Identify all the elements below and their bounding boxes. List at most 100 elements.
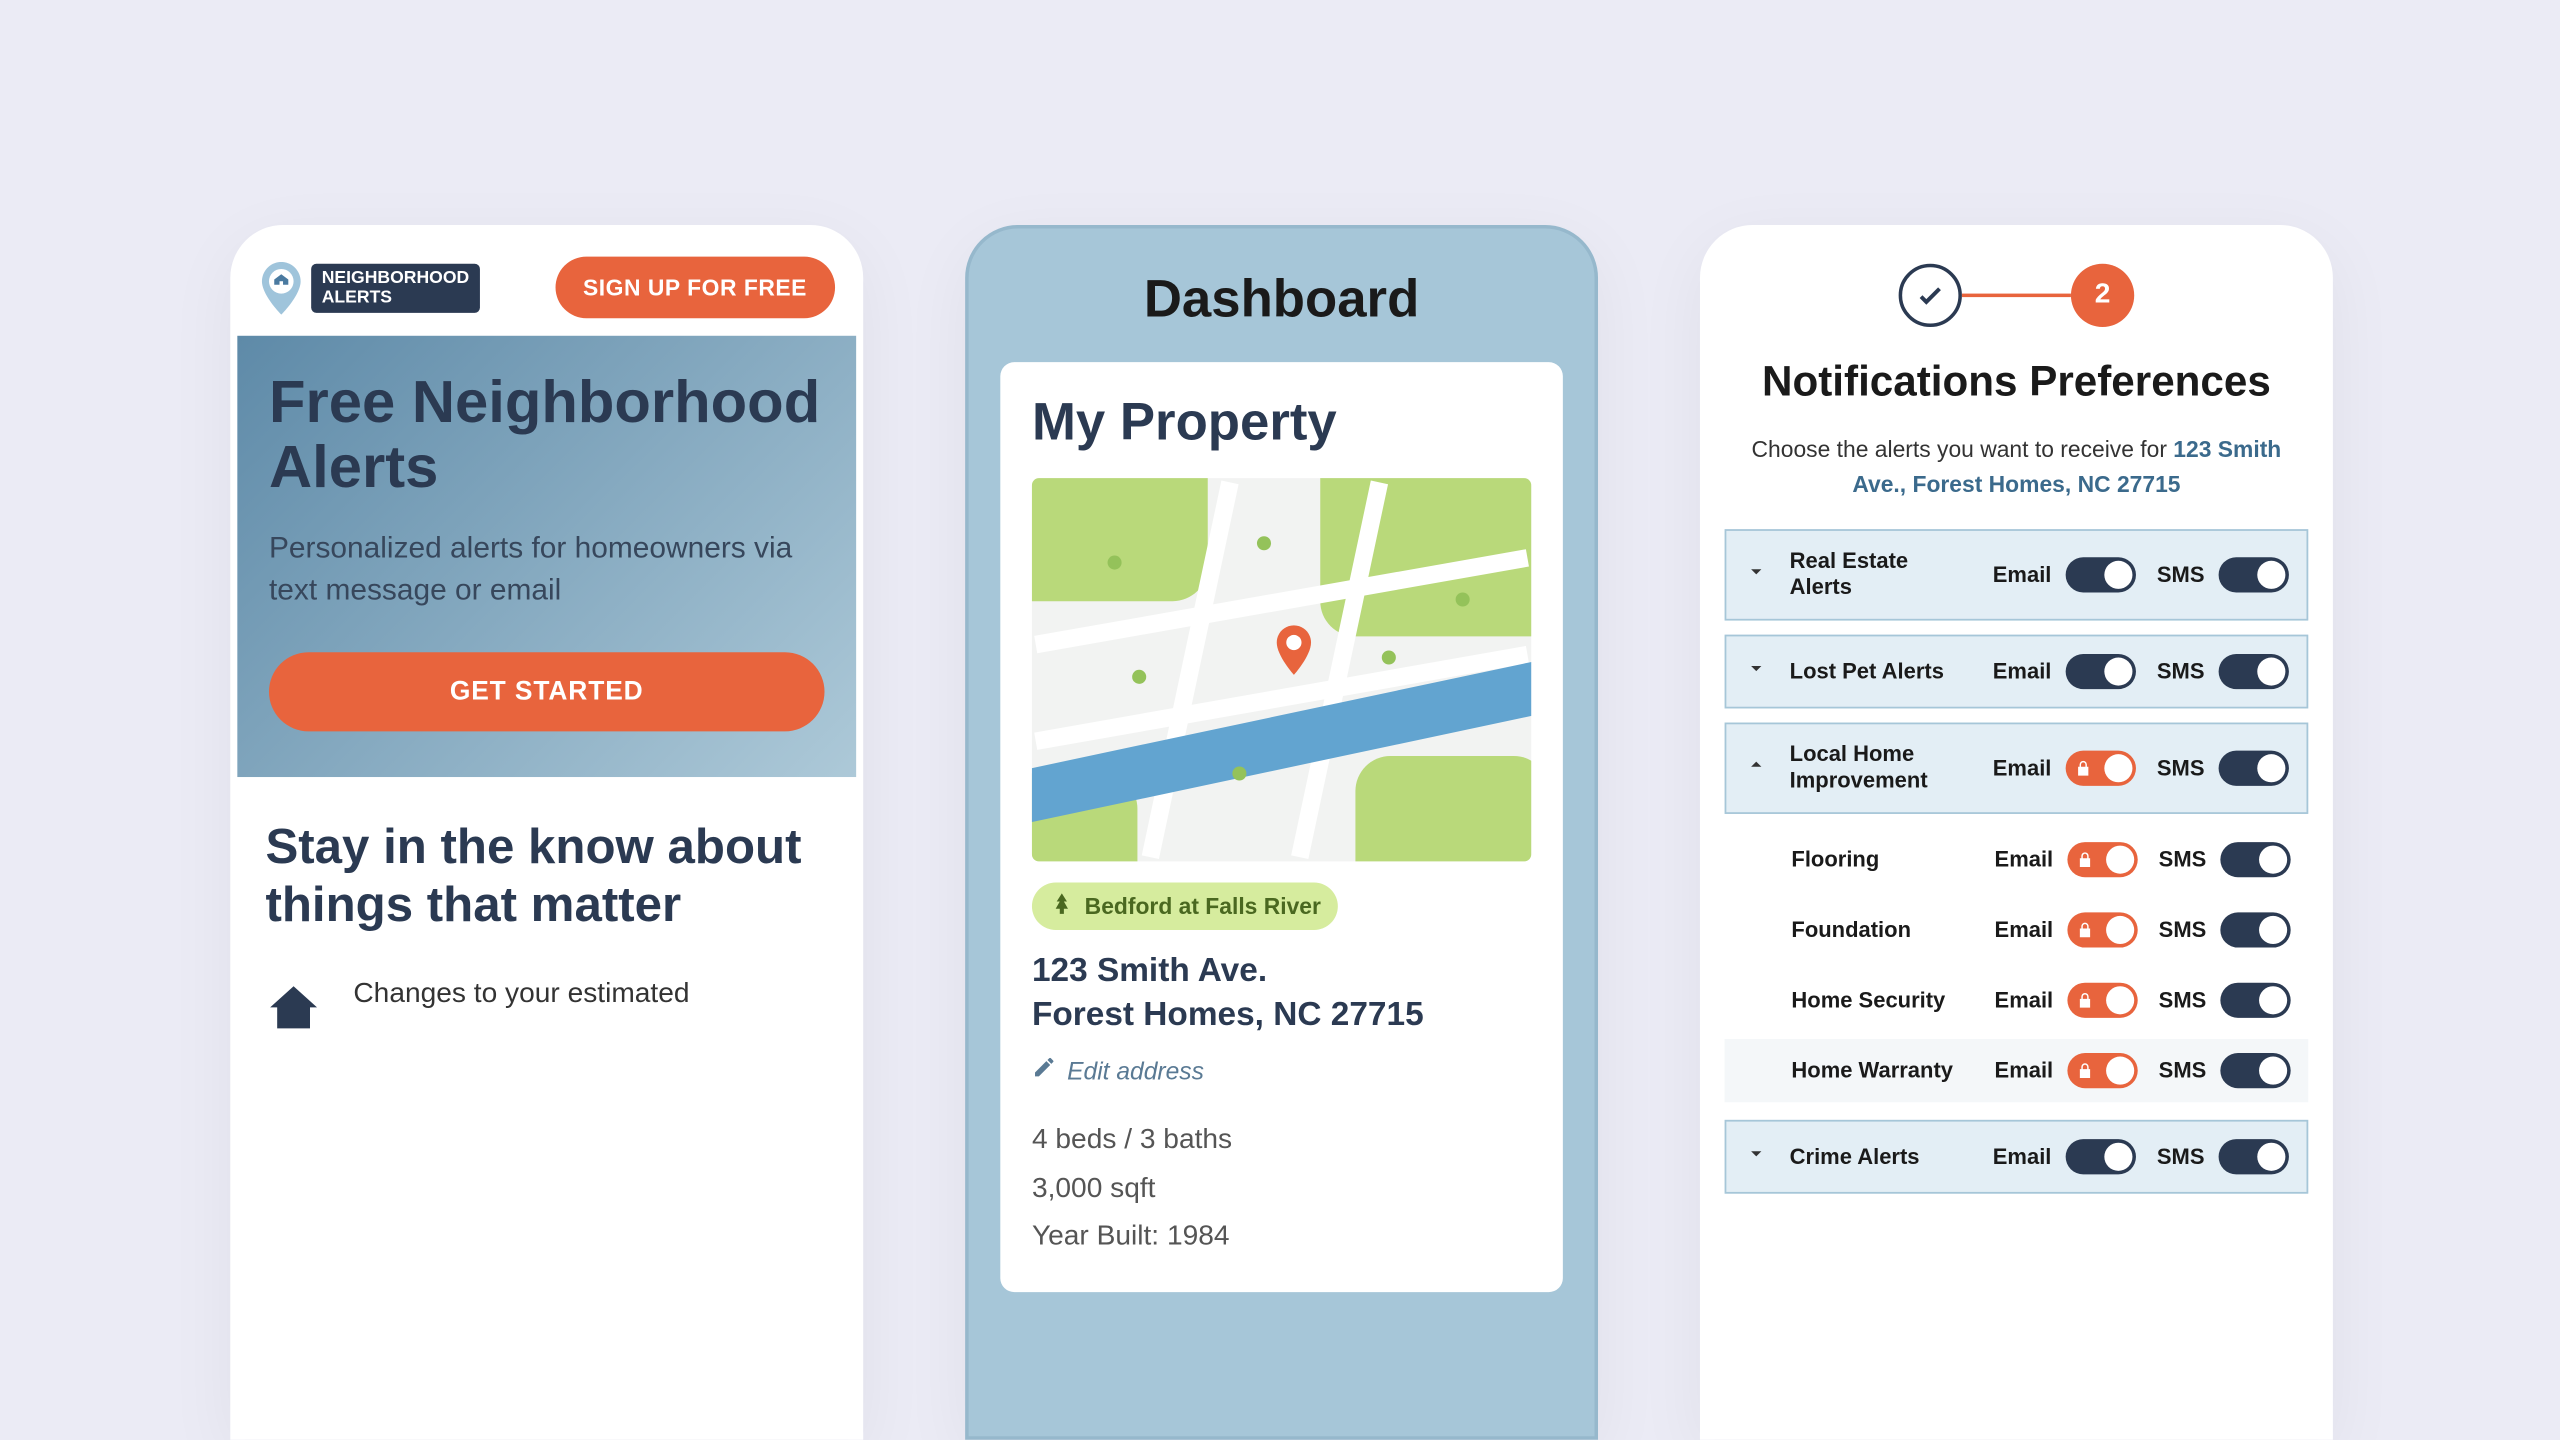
tree-icon [1050, 891, 1075, 921]
chevron-up-icon [1744, 752, 1776, 785]
pref-label: Local Home Improvement [1790, 742, 1972, 795]
section-title: Stay in the know about things that matte… [265, 820, 828, 933]
email-toggle-locked[interactable] [2065, 751, 2135, 786]
sms-label: SMS [2157, 756, 2205, 781]
pref-label: Home Security [1791, 987, 1973, 1013]
address-line1: 123 Smith Ave. [1032, 951, 1531, 994]
dashboard-screen: Dashboard My Property [965, 225, 1598, 1440]
hero-subtitle: Personalized alerts for homeowners via t… [269, 527, 825, 611]
card-title: My Property [1032, 394, 1531, 454]
pref-row-lost-pet[interactable]: Lost Pet Alerts Email SMS [1725, 635, 2309, 709]
hero-title: Free Neighborhood Alerts [269, 371, 825, 502]
email-label: Email [1993, 563, 2052, 588]
sms-toggle[interactable] [2219, 654, 2289, 689]
sms-label: SMS [2157, 659, 2205, 684]
sms-label: SMS [2157, 563, 2205, 588]
page-title: Notifications Preferences [1700, 341, 2333, 432]
logo-text: NEIGHBORHOOD ALERTS [311, 263, 480, 312]
location-chip-label: Bedford at Falls River [1085, 893, 1321, 919]
chevron-down-icon [1744, 655, 1776, 688]
landing-screen: NEIGHBORHOOD ALERTS SIGN UP FOR FREE Fre… [230, 225, 863, 1440]
step-2-active: 2 [2071, 264, 2134, 327]
logo-pin-icon [258, 261, 304, 314]
pref-label: Lost Pet Alerts [1790, 658, 1972, 684]
lock-icon [2074, 756, 2092, 788]
step-connector [1962, 294, 2071, 298]
property-card: My Property Bedford at Falls [1000, 362, 1563, 1292]
email-toggle-locked[interactable] [2067, 842, 2137, 877]
pref-row-foundation[interactable]: Foundation Email SMS [1725, 898, 2309, 961]
home-value-icon [265, 979, 321, 1044]
email-label: Email [1993, 659, 2052, 684]
feature-text: Changes to your estimated [353, 979, 689, 1011]
email-label: Email [1995, 1058, 2054, 1083]
sms-label: SMS [2157, 1144, 2205, 1169]
pref-row-real-estate[interactable]: Real Estate Alerts Email SMS [1725, 529, 2309, 620]
sms-label: SMS [2159, 1058, 2207, 1083]
edit-address-link[interactable]: Edit address [1032, 1055, 1531, 1085]
logo: NEIGHBORHOOD ALERTS [258, 261, 479, 314]
email-label: Email [1993, 756, 2052, 781]
stepper: 2 [1700, 225, 2333, 341]
sms-toggle[interactable] [2220, 842, 2290, 877]
pref-row-home-security[interactable]: Home Security Email SMS [1725, 969, 2309, 1032]
location-chip: Bedford at Falls River [1032, 883, 1339, 930]
lock-icon [2076, 988, 2094, 1020]
sub-pre: Choose the alerts you want to receive fo… [1752, 436, 2174, 462]
map-pin-icon [1272, 624, 1318, 693]
signup-button[interactable]: SIGN UP FOR FREE [555, 257, 835, 319]
spec-sqft: 3,000 sqft [1032, 1165, 1531, 1213]
sms-toggle[interactable] [2219, 751, 2289, 786]
sms-label: SMS [2159, 847, 2207, 872]
body: Stay in the know about things that matte… [230, 778, 863, 1086]
pref-label: Foundation [1791, 917, 1973, 943]
logo-line1: NEIGHBORHOOD [322, 268, 470, 287]
email-toggle[interactable] [2065, 557, 2135, 592]
email-label: Email [1995, 918, 2054, 943]
sms-label: SMS [2159, 918, 2207, 943]
email-label: Email [1995, 847, 2054, 872]
preferences-list: Real Estate Alerts Email SMS Lost Pet Al… [1700, 529, 2333, 1194]
map[interactable] [1032, 478, 1531, 861]
pencil-icon [1032, 1055, 1057, 1085]
pref-row-flooring[interactable]: Flooring Email SMS [1725, 828, 2309, 891]
pref-row-home-improvement[interactable]: Local Home Improvement Email SMS [1725, 723, 2309, 814]
spec-year: Year Built: 1984 [1032, 1213, 1531, 1261]
feature-row: Changes to your estimated [265, 979, 828, 1044]
sms-toggle[interactable] [2220, 983, 2290, 1018]
sms-toggle[interactable] [2219, 557, 2289, 592]
sms-toggle[interactable] [2220, 1053, 2290, 1088]
header: NEIGHBORHOOD ALERTS SIGN UP FOR FREE [230, 225, 863, 336]
chevron-down-icon [1744, 558, 1776, 591]
step-1-complete [1899, 264, 1962, 327]
address: 123 Smith Ave. Forest Homes, NC 27715 [1032, 951, 1531, 1038]
sms-toggle[interactable] [2220, 912, 2290, 947]
page-title: Dashboard [969, 229, 1595, 363]
pref-row-home-warranty[interactable]: Home Warranty Email SMS [1725, 1039, 2309, 1102]
sms-toggle[interactable] [2219, 1139, 2289, 1174]
lock-icon [2076, 847, 2094, 879]
get-started-button[interactable]: GET STARTED [269, 653, 825, 732]
email-toggle-locked[interactable] [2067, 912, 2137, 947]
edit-label: Edit address [1067, 1056, 1204, 1084]
sms-label: SMS [2159, 988, 2207, 1013]
email-label: Email [1993, 1144, 2052, 1169]
pref-label: Crime Alerts [1790, 1144, 1972, 1170]
hero: Free Neighborhood Alerts Personalized al… [237, 336, 856, 778]
email-toggle-locked[interactable] [2067, 1053, 2137, 1088]
lock-icon [2076, 918, 2094, 950]
email-toggle[interactable] [2065, 654, 2135, 689]
address-line2: Forest Homes, NC 27715 [1032, 994, 1531, 1037]
pref-label: Home Warranty [1791, 1057, 1973, 1083]
email-toggle-locked[interactable] [2067, 983, 2137, 1018]
pref-label: Flooring [1791, 846, 1973, 872]
spec-beds: 4 beds / 3 baths [1032, 1117, 1531, 1165]
logo-line2: ALERTS [322, 287, 470, 306]
email-toggle[interactable] [2065, 1139, 2135, 1174]
preferences-screen: 2 Notifications Preferences Choose the a… [1700, 225, 2333, 1440]
check-icon [1914, 280, 1946, 312]
page-subtitle: Choose the alerts you want to receive fo… [1700, 432, 2333, 529]
pref-row-crime[interactable]: Crime Alerts Email SMS [1725, 1120, 2309, 1194]
pref-label: Real Estate Alerts [1790, 548, 1972, 601]
chevron-down-icon [1744, 1140, 1776, 1173]
